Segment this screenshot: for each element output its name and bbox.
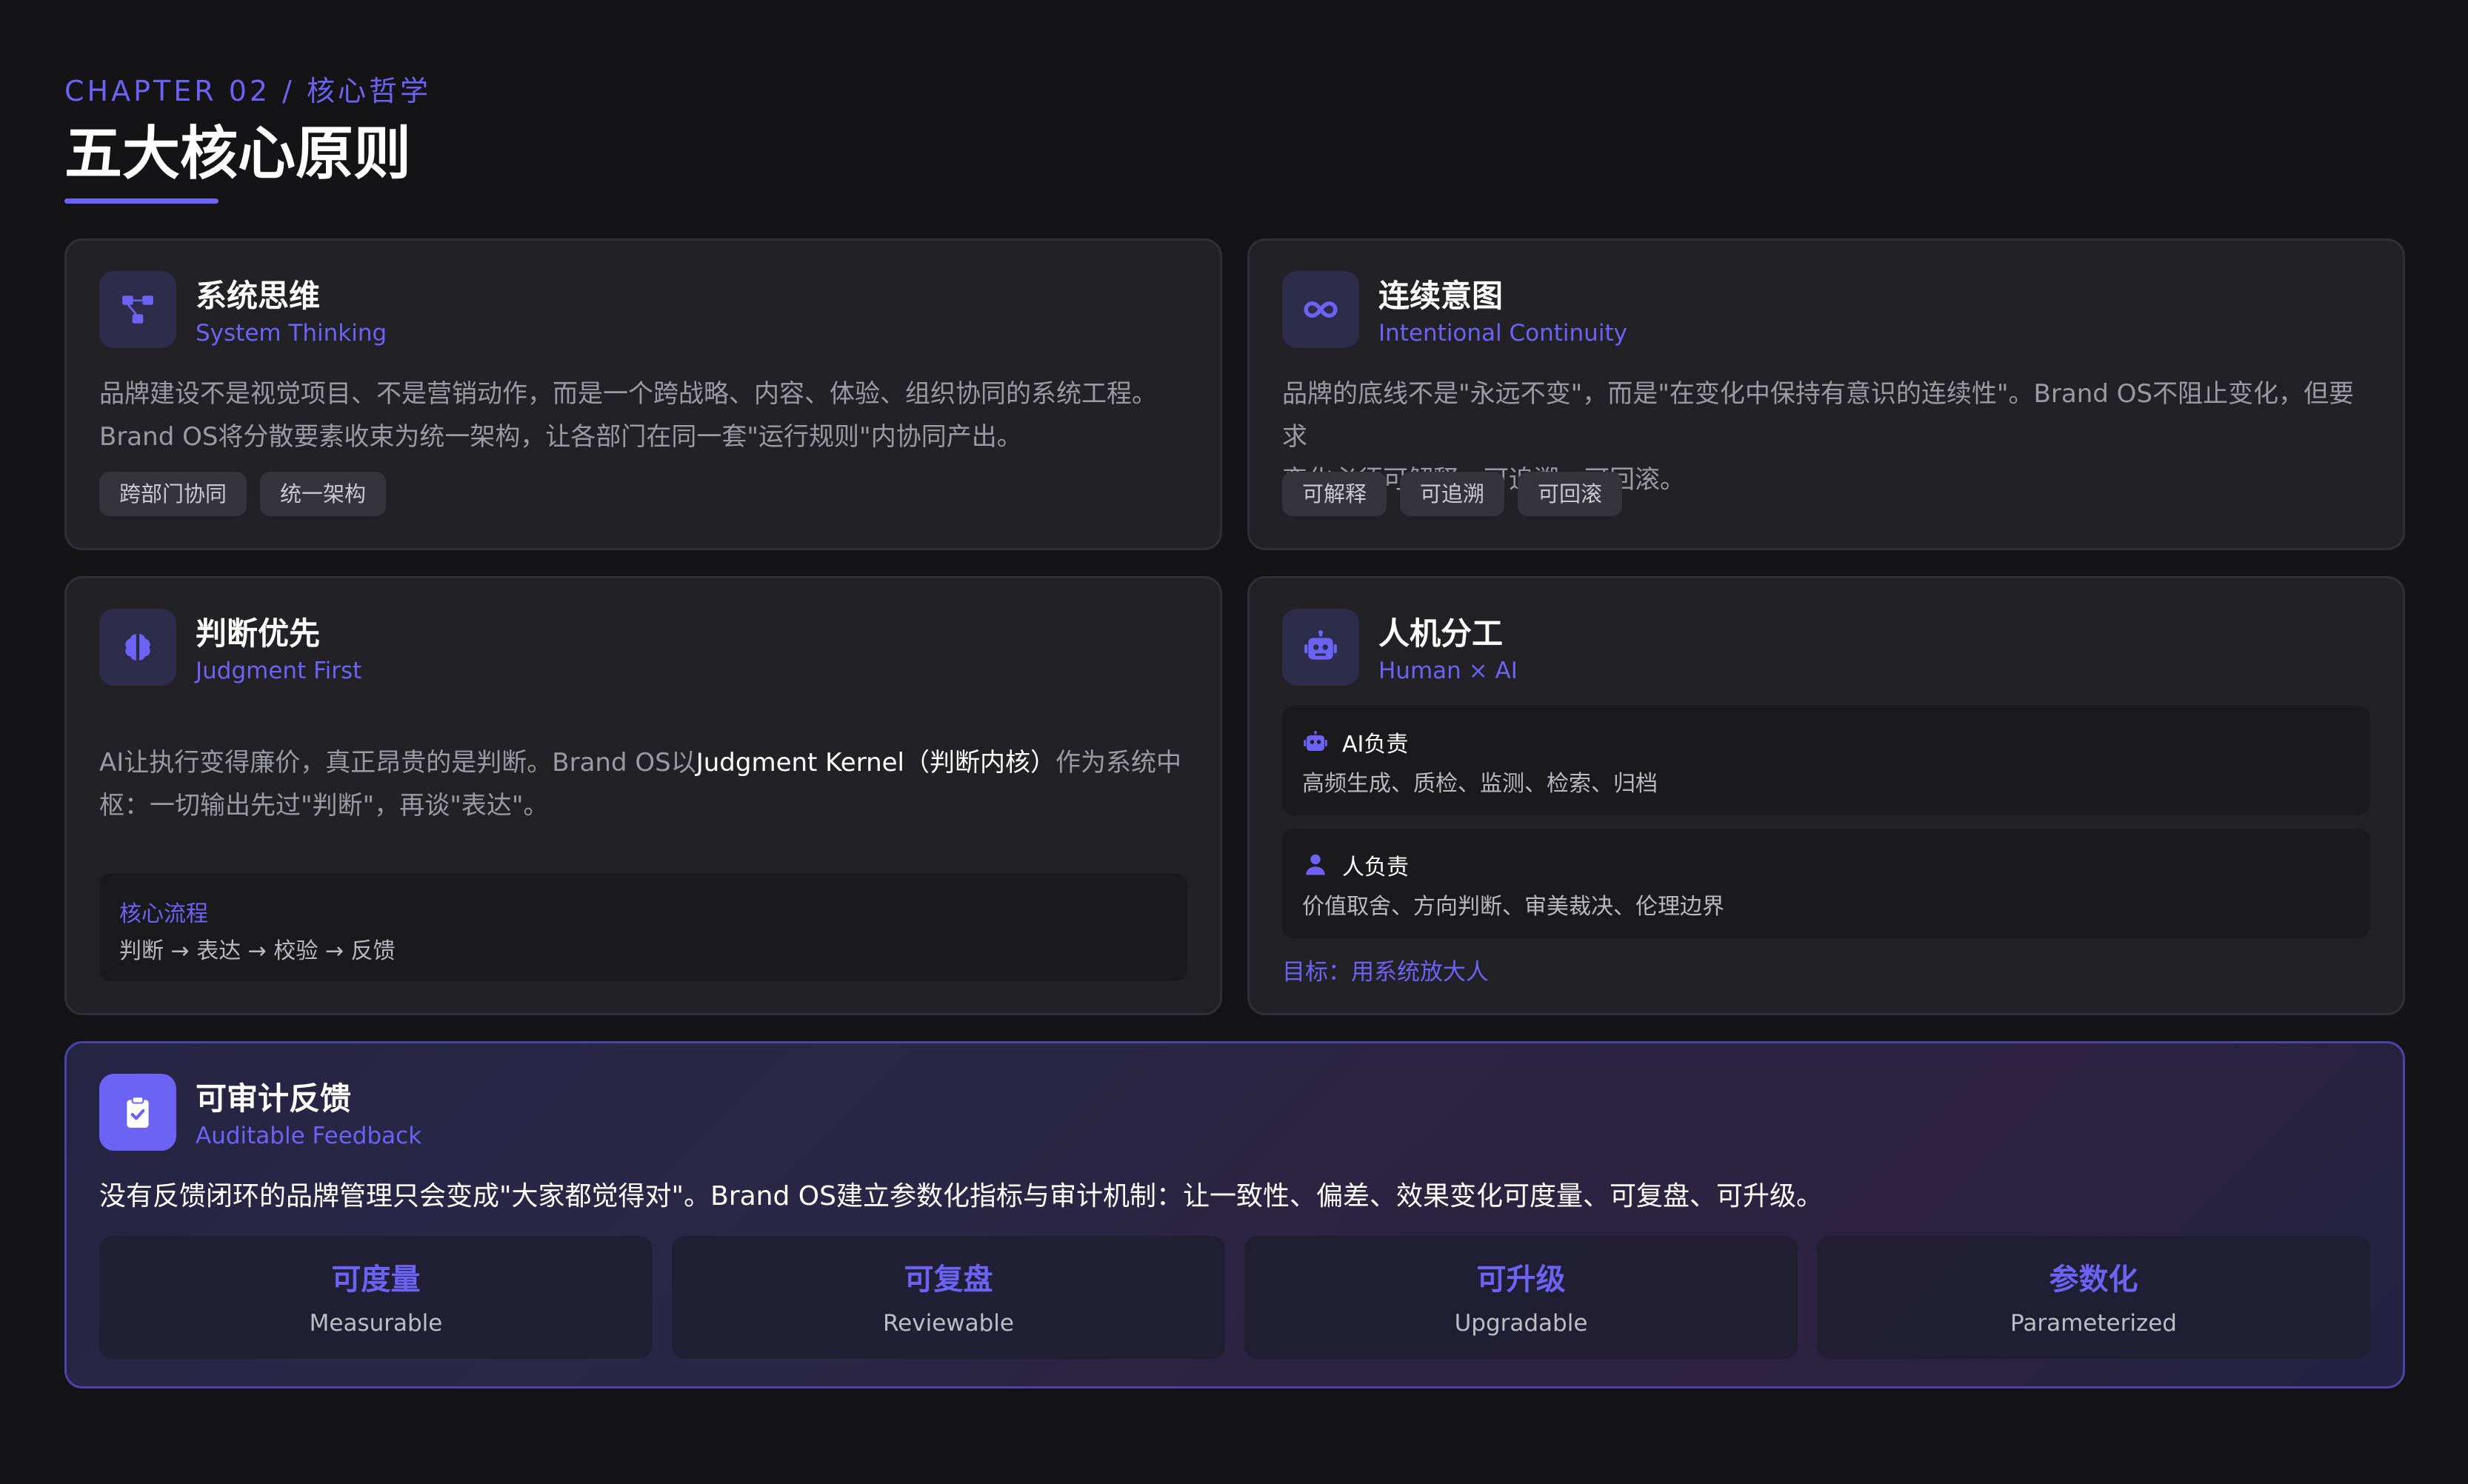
human-responsibility-box: 人负责 价值取舍、方向判断、审美裁决、伦理边界 [1282,829,2370,938]
card-judgment-first: 判断优先 Judgment First AI让执行变得廉价，真正昂贵的是判断。B… [64,576,1222,1015]
metric-title: 可度量 [331,1263,421,1297]
card-description: AI让执行变得廉价，真正昂贵的是判断。Brand OS以Judgment Ker… [99,741,1187,827]
card-title: 人机分工 [1378,615,1504,652]
ai-text: 高频生成、质检、监测、检索、归档 [1302,771,1658,797]
flow-title: 核心流程 [119,901,208,927]
card-subtitle: Auditable Feedback [196,1123,422,1149]
title-underline [64,198,219,204]
user-icon [1306,854,1325,875]
metric-subtitle: Parameterized [2010,1310,2177,1337]
tag-list: 可解释 可追溯 可回滚 [1282,472,1623,516]
network-icon [99,271,176,348]
metric-measurable: 可度量 Measurable [99,1236,653,1359]
human-label: 人负责 [1342,855,1409,880]
card-subtitle: System Thinking [196,320,387,347]
desc-line: 品牌的底线不是"永远不变"，而是"在变化中保持有意识的连续性"。Brand OS… [1282,379,2354,452]
card-human-ai: 人机分工 Human × AI AI负责 高频生成、质检、监测、检索、归档 人负… [1247,576,2405,1015]
judgment-kernel-highlight: Judgment Kernel（判断内核） [696,748,1055,778]
ai-label: AI负责 [1342,732,1409,758]
chapter-label: CHAPTER 02 / 核心哲学 [64,75,432,107]
metric-title: 可升级 [1476,1263,1566,1297]
core-flow-box: 核心流程 判断 → 表达 → 校验 → 反馈 [99,873,1187,981]
ai-responsibility-box: AI负责 高频生成、质检、监测、检索、归档 [1282,706,2370,815]
card-title: 判断优先 [196,615,321,652]
tag: 跨部门协同 [99,472,247,516]
flow-text: 判断 → 表达 → 校验 → 反馈 [119,938,396,964]
robot-icon [1282,609,1359,686]
card-subtitle: Human × AI [1378,658,1518,684]
goal-text: 目标：用系统放大人 [1282,959,1489,986]
metric-title: 参数化 [2049,1263,2138,1297]
brain-icon [99,609,176,686]
card-subtitle: Intentional Continuity [1378,320,1627,347]
card-auditable-feedback: 可审计反馈 Auditable Feedback 没有反馈闭环的品牌管理只会变成… [64,1041,2405,1388]
metric-title: 可复盘 [904,1263,993,1297]
metric-list: 可度量 Measurable 可复盘 Reviewable 可升级 Upgrad… [99,1236,2370,1359]
card-title: 连续意图 [1378,278,1504,314]
tag-list: 跨部门协同 统一架构 [99,472,387,516]
metric-parameterized: 参数化 Parameterized [1817,1236,2370,1359]
infinity-icon [1282,271,1359,348]
tag: 可解释 [1282,472,1387,516]
tag: 可回滚 [1518,472,1623,516]
card-title: 系统思维 [196,278,321,314]
card-subtitle: Judgment First [196,658,362,684]
human-text: 价值取舍、方向判断、审美裁决、伦理边界 [1302,894,1724,920]
clipboard-check-icon [99,1074,176,1151]
desc-line: AI让执行变得廉价，真正昂贵的是判断。Brand OS以Judgment Ker… [99,748,1181,778]
robot-icon [1304,731,1327,751]
card-description: 品牌建设不是视觉项目、不是营销动作，而是一个跨战略、内容、体验、组织协同的系统工… [99,372,1187,458]
card-system-thinking: 系统思维 System Thinking 品牌建设不是视觉项目、不是营销动作，而… [64,238,1222,550]
page-title: 五大核心原则 [64,121,412,187]
desc-line: 品牌建设不是视觉项目、不是营销动作，而是一个跨战略、内容、体验、组织协同的系统工… [99,379,1157,409]
metric-reviewable: 可复盘 Reviewable [672,1236,1225,1359]
desc-line: 枢：一切输出先过"判断"，再谈"表达"。 [99,791,549,820]
tag: 可追溯 [1400,472,1505,516]
desc-line: Brand OS将分散要素收束为统一架构，让各部门在同一套"运行规则"内协同产出… [99,422,1022,452]
card-description: 没有反馈闭环的品牌管理只会变成"大家都觉得对"。Brand OS建立参数化指标与… [99,1181,1823,1211]
metric-subtitle: Reviewable [883,1310,1014,1337]
metric-subtitle: Upgradable [1454,1310,1588,1337]
metric-subtitle: Measurable [309,1310,443,1337]
card-intentional-continuity: 连续意图 Intentional Continuity 品牌的底线不是"永远不变… [1247,238,2405,550]
card-title: 可审计反馈 [196,1080,352,1117]
tag: 统一架构 [260,472,387,516]
metric-upgradable: 可升级 Upgradable [1244,1236,1798,1359]
